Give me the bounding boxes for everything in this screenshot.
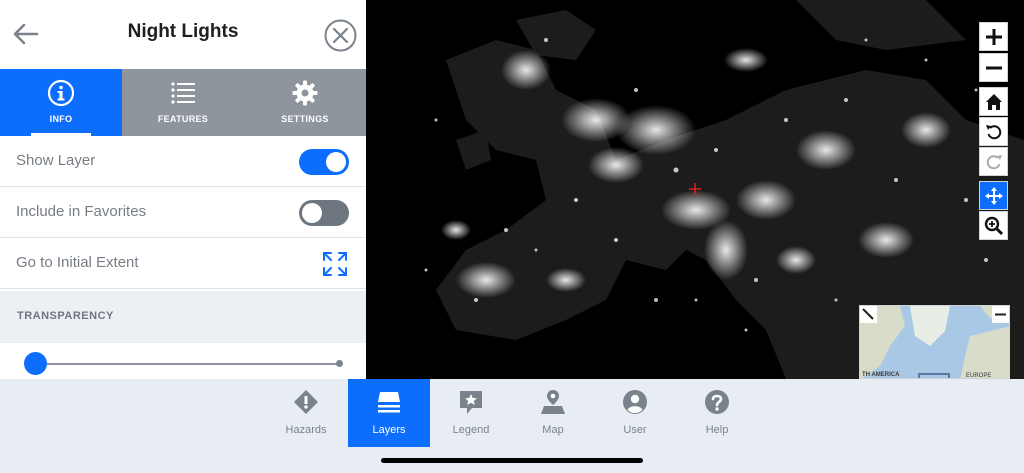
zoom-box-button[interactable] <box>979 211 1008 240</box>
hazard-icon <box>294 390 318 414</box>
zoom-out-button[interactable] <box>979 53 1008 82</box>
home-icon <box>985 93 1002 110</box>
slider-thumb[interactable] <box>24 352 47 375</box>
info-icon <box>47 79 75 107</box>
tab-label: SETTINGS <box>281 114 329 124</box>
redo-icon <box>986 154 1002 169</box>
layer-options: Show Layer Include in Favorites Go to In… <box>0 136 366 289</box>
collapse-icon <box>862 308 874 320</box>
overview-collapse-button[interactable] <box>860 306 877 323</box>
toggle-knob <box>302 203 322 223</box>
nav-label: User <box>623 424 647 436</box>
nav-legend[interactable]: Legend <box>430 379 512 447</box>
transparency-header: TRANSPARENCY <box>0 291 366 343</box>
nav-label: Hazards <box>285 424 327 436</box>
tab-label: INFO <box>49 114 73 124</box>
toggle-knob <box>326 152 346 172</box>
nav-user[interactable]: User <box>594 379 676 447</box>
undo-button[interactable] <box>979 117 1008 146</box>
panel-tabs: INFO FEATURES SETTINGS <box>0 69 366 136</box>
overview-label: TH AMERICA <box>862 372 900 378</box>
nav-help[interactable]: Help <box>676 379 758 447</box>
include-favorites-row: Include in Favorites <box>0 187 366 238</box>
overview-close-button[interactable] <box>992 306 1009 323</box>
legend-icon <box>460 391 482 414</box>
nav-label: Map <box>542 424 564 436</box>
zoom-in-icon <box>985 28 1002 45</box>
app-root: Night Lights INFO FEATURES SETTINGS Show… <box>0 0 1024 473</box>
show-layer-row: Show Layer <box>0 136 366 187</box>
pan-button[interactable] <box>979 181 1008 210</box>
tab-info[interactable]: INFO <box>0 69 122 136</box>
transparency-label: TRANSPARENCY <box>17 310 114 322</box>
home-button[interactable] <box>979 87 1008 116</box>
include-favorites-label: Include in Favorites <box>16 203 147 220</box>
gear-icon <box>292 80 318 106</box>
initial-extent-button[interactable] <box>321 250 349 278</box>
tab-label: FEATURES <box>157 114 209 124</box>
nav-map[interactable]: Map <box>512 379 594 447</box>
help-icon <box>705 390 729 414</box>
panel-title: Night Lights <box>127 21 239 42</box>
initial-extent-label: Go to Initial Extent <box>16 254 139 271</box>
close-button[interactable] <box>324 19 357 52</box>
nav-layers[interactable]: Layers <box>348 379 430 447</box>
map-icon <box>541 390 565 414</box>
user-icon <box>623 390 647 414</box>
zoom-box-icon <box>984 216 1003 235</box>
include-favorites-toggle[interactable] <box>299 200 349 226</box>
layers-icon <box>378 392 400 413</box>
panel-header: Night Lights <box>0 0 366 69</box>
nav-hazards[interactable]: Hazards <box>265 379 347 447</box>
nav-label: Legend <box>452 424 490 436</box>
crosshair-marker <box>689 183 701 195</box>
map-view[interactable]: TH AMERICA EUROPE <box>366 0 1024 379</box>
slider-end-marker <box>336 360 343 367</box>
nav-label: Layers <box>372 424 406 436</box>
redo-button[interactable] <box>979 147 1008 176</box>
tab-settings[interactable]: SETTINGS <box>244 69 366 136</box>
overview-basemap <box>860 306 1009 378</box>
transparency-slider[interactable] <box>0 343 366 379</box>
layer-panel: Night Lights INFO FEATURES SETTINGS Show… <box>0 0 366 379</box>
undo-icon <box>985 124 1001 139</box>
overview-map[interactable]: TH AMERICA EUROPE <box>859 305 1010 379</box>
minimize-icon <box>995 313 1006 316</box>
home-indicator[interactable] <box>381 458 643 463</box>
zoom-out-icon <box>985 66 1002 69</box>
zoom-in-button[interactable] <box>979 22 1008 51</box>
list-icon <box>171 82 195 104</box>
close-icon <box>324 19 357 52</box>
tab-features[interactable]: FEATURES <box>122 69 244 136</box>
slider-track[interactable] <box>36 363 340 365</box>
show-layer-label: Show Layer <box>16 152 96 169</box>
show-layer-toggle[interactable] <box>299 149 349 175</box>
expand-icon <box>323 252 347 276</box>
nav-label: Help <box>705 424 729 436</box>
initial-extent-row[interactable]: Go to Initial Extent <box>0 238 366 289</box>
pan-icon <box>984 186 1003 205</box>
